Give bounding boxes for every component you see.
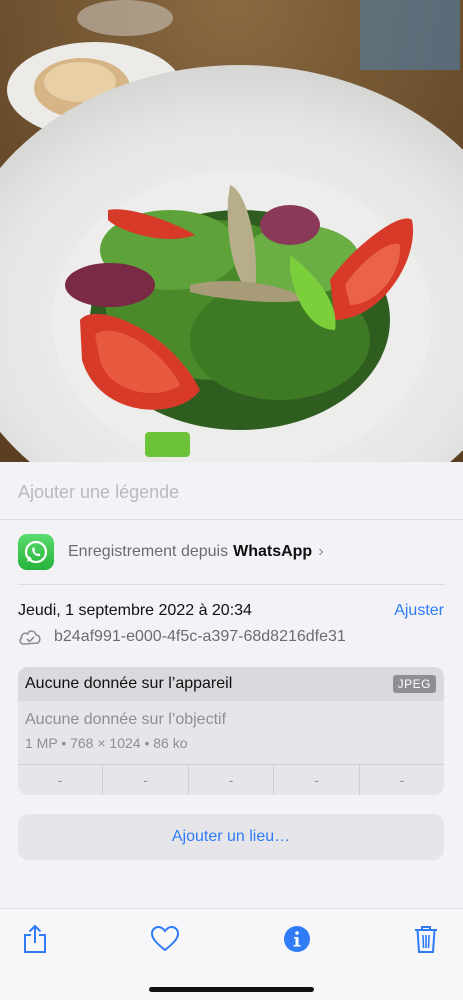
- exif-aperture: -: [273, 765, 358, 795]
- bottom-toolbar: [0, 908, 463, 1000]
- lens-label: Aucune donnée sur l’objectif: [25, 711, 227, 728]
- caption-input[interactable]: Ajouter une légende: [18, 482, 179, 503]
- format-badge: JPEG: [392, 675, 436, 693]
- whatsapp-icon: [18, 534, 54, 570]
- source-app: WhatsApp: [233, 543, 313, 560]
- info-icon[interactable]: [281, 923, 313, 955]
- cloud-check-icon: [19, 630, 41, 645]
- divider: [18, 584, 445, 585]
- exif-iso: -: [57, 772, 63, 788]
- file-name: b24af991-e000-4f5c-a397-68d8216dfe31: [54, 628, 346, 645]
- trash-icon[interactable]: [410, 923, 442, 955]
- source-row[interactable]: Enregistrement depuis WhatsApp ›: [18, 533, 448, 571]
- divider: [0, 519, 463, 520]
- exif-row: - - - - -: [18, 765, 444, 795]
- device-label: Aucune donnée sur l’appareil: [25, 675, 233, 692]
- exif-shutter: -: [358, 765, 444, 795]
- heart-icon[interactable]: [149, 923, 181, 955]
- exif-ev: -: [187, 765, 273, 795]
- info-sheet: Ajouter une légende Enregistrement depui…: [0, 462, 463, 908]
- adjust-button[interactable]: Ajuster: [394, 602, 444, 620]
- metadata-header: Aucune donnée sur l’appareil JPEG: [18, 667, 444, 701]
- chevron-right-icon: ›: [318, 543, 324, 560]
- source-prefix: Enregistrement depuis: [68, 543, 229, 560]
- metadata-card: Aucune donnée sur l’appareil JPEG Aucune…: [18, 667, 444, 795]
- home-indicator[interactable]: [149, 987, 314, 992]
- photo-date: Jeudi, 1 septembre 2022 à 20:34: [18, 602, 252, 619]
- exif-focal: -: [102, 765, 187, 795]
- salad-photo: [0, 0, 463, 462]
- add-location-button[interactable]: Ajouter un lieu…: [18, 814, 444, 860]
- photo-view[interactable]: [0, 0, 463, 462]
- image-specs: 1 MP • 768 × 1024 • 86 ko: [25, 735, 188, 751]
- share-icon[interactable]: [19, 923, 51, 955]
- file-row: b24af991-e000-4f5c-a397-68d8216dfe31: [18, 628, 346, 646]
